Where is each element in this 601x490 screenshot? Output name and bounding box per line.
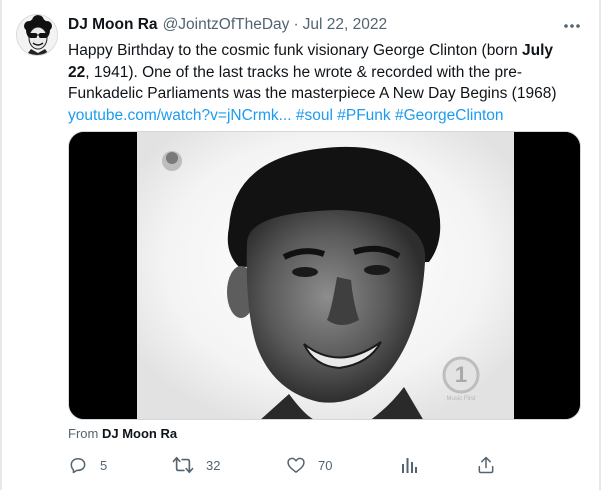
from-label: From — [68, 426, 99, 441]
heart-icon — [287, 457, 305, 473]
channel-badge-caption: Music First — [446, 396, 476, 402]
share-icon — [478, 456, 494, 474]
like-count: 70 — [318, 457, 333, 473]
retweet-icon — [172, 456, 194, 474]
analytics-icon — [402, 458, 417, 473]
views-button[interactable] — [400, 454, 418, 476]
tweet-header: DJ Moon Ra @JointzOfTheDay · Jul 22, 202… — [68, 15, 568, 35]
retweet-button[interactable]: 32 — [172, 454, 220, 476]
tweet-actions-bar: 5 32 70 — [68, 454, 498, 476]
tweet-link[interactable]: youtube.com/watch?v=jNCrmk... — [68, 107, 292, 124]
tweet-date[interactable]: Jul 22, 2022 — [303, 16, 387, 34]
hashtag-georgeclinton[interactable]: #GeorgeClinton — [395, 107, 504, 124]
like-button[interactable]: 70 — [286, 454, 332, 476]
frame-left-border — [0, 0, 2, 490]
from-account-name[interactable]: DJ Moon Ra — [102, 426, 177, 441]
header-separator: · — [293, 16, 299, 33]
video-frame-image — [69, 132, 580, 419]
hashtag-pfunk[interactable]: #PFunk — [337, 107, 390, 124]
tweet-text-part-2: , 1941). One of the last tracks he wrote… — [68, 63, 557, 103]
avatar-illustration — [17, 15, 57, 55]
reply-count: 5 — [100, 457, 108, 473]
tweet-text-part-1: Happy Birthday to the cosmic funk vision… — [68, 42, 523, 59]
reply-button[interactable]: 5 — [68, 454, 107, 476]
hashtag-soul[interactable]: #soul — [296, 107, 333, 124]
more-dots-icon — [564, 24, 580, 28]
tweet-text: Happy Birthday to the cosmic funk vision… — [68, 40, 568, 126]
share-button[interactable] — [476, 454, 496, 476]
author-handle[interactable]: @JointzOfTheDay — [163, 16, 290, 34]
retweet-count: 32 — [206, 457, 221, 473]
media-attribution: From DJ Moon Ra — [68, 426, 177, 441]
reply-icon — [70, 458, 86, 474]
video-thumbnail[interactable]: 1 Music First — [68, 131, 581, 420]
more-button[interactable] — [560, 14, 584, 38]
avatar[interactable] — [16, 14, 58, 56]
author-display-name[interactable]: DJ Moon Ra — [68, 16, 158, 34]
channel-badge-number: 1 — [454, 362, 468, 387]
